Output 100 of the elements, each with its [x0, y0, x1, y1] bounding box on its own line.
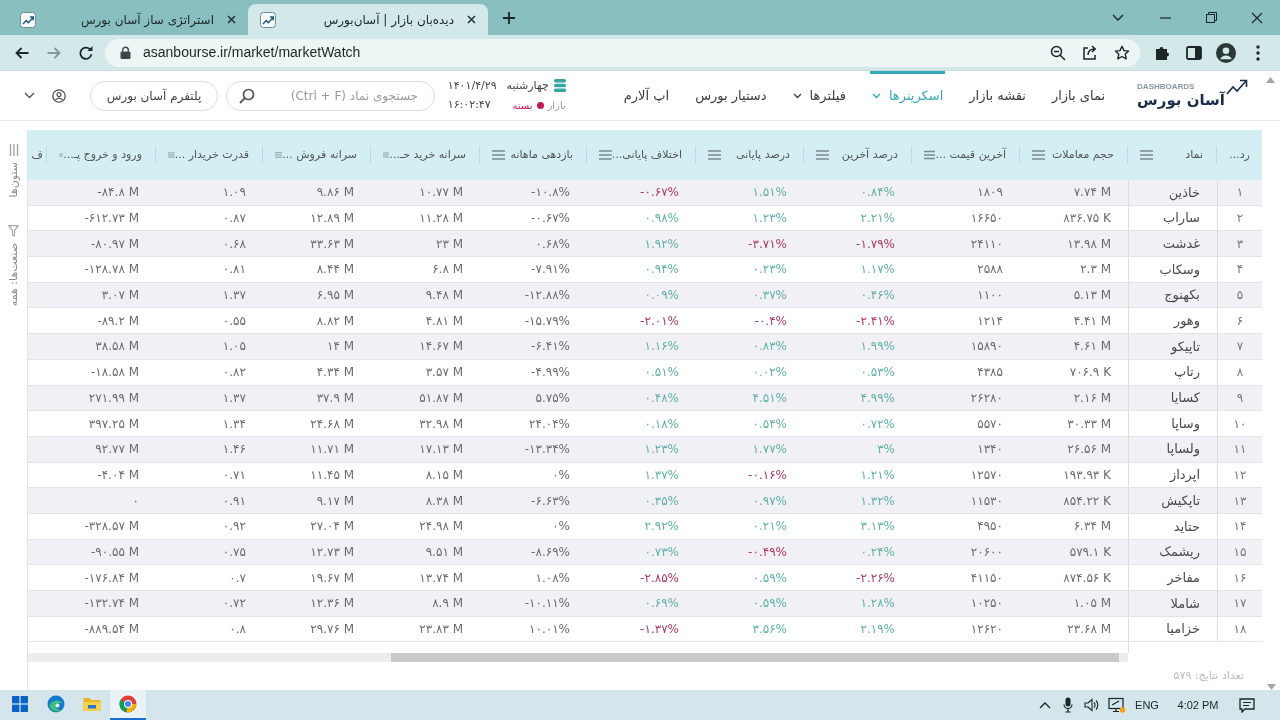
table-cell-text: ۱.۰۵ — [221, 338, 247, 356]
table-cell-text: ۲۶.۵۶ M — [1066, 441, 1112, 459]
table-cell-text: -۳۲۸.۵۷ M — [83, 518, 140, 536]
table-cell-text: ۳.۵۷ M — [424, 364, 464, 382]
column-header[interactable]: قدرت خریدار ... — [156, 130, 263, 180]
nav-item[interactable]: نمای بازار — [1049, 71, 1108, 120]
table-cell-text: ۰.۸۳% — [751, 338, 788, 356]
chevron-down-icon[interactable] — [24, 92, 35, 99]
platform-button[interactable]: پلتفرم آسان بورس — [90, 80, 218, 111]
table-cell-text: ۰.۴۸% — [643, 389, 680, 407]
table-cell-text: -۷.۹۱% — [530, 261, 571, 279]
stack-icon — [553, 79, 566, 93]
column-header[interactable]: درصد آخرین — [804, 130, 912, 180]
table-cell: خاذین — [1128, 180, 1217, 205]
table-cell-text: ۱.۳۷% — [643, 466, 680, 484]
table-cell-text: ۸.۴۴ M — [315, 261, 355, 279]
table-cell-text: ۰.۵۴% — [751, 415, 788, 433]
table-cell-text: ۰ — [131, 492, 140, 510]
table-cell-text: ۱.۲۳% — [751, 210, 788, 228]
row-number: ۱۱ — [1217, 436, 1262, 462]
search-field[interactable]: جستجوی نماد (Ctrl + F) — [226, 80, 435, 111]
table-cell-text: ۳۷.۹ M — [315, 389, 355, 407]
table-cell-text: -۶.۴۱% — [530, 338, 571, 356]
table-cell-text: -۳.۷۱% — [747, 235, 788, 253]
table-cell-text: ۱.۷۷% — [751, 441, 788, 459]
column-header[interactable]: درصد پایانی — [696, 130, 804, 180]
table-cell-text: -۰.۶۷% — [530, 210, 571, 228]
market-label: بازار — [547, 98, 566, 113]
table-cell: ولساپا — [1128, 436, 1217, 462]
column-header[interactable]: اختلاف پایانی... — [587, 130, 696, 180]
horizontal-scrollbar[interactable] — [28, 653, 1128, 663]
browser-tab[interactable]: دیده‌بان بازار | آسان‌بورس — [248, 4, 488, 35]
date-text: ۱۴۰۱/۴/۲۹ — [447, 77, 497, 94]
table-cell-text: ۷.۷۴ M — [1072, 184, 1112, 202]
logo-text[interactable]: آسان بورس — [1137, 90, 1225, 110]
table-cell-text: ۰.۵۹% — [751, 569, 788, 587]
table-cell-text: ۱۲۱۴ — [976, 312, 1004, 330]
table-cell-text: ۱۴.۶۷ M — [418, 338, 464, 356]
clock-text[interactable]: 4:02 PM — [1164, 696, 1232, 714]
side-panel-tab[interactable]: ستون‌ها — [6, 144, 21, 198]
row-number: ۳ — [1217, 231, 1262, 257]
column-header[interactable]: ورود و خروج پـ... — [47, 130, 156, 180]
speaker-icon[interactable] — [1084, 698, 1100, 712]
table-cell-text: ۱.۲۳% — [643, 441, 680, 459]
table-cell-text: ۰.۷۲ — [221, 595, 247, 613]
table-cell-text: ۳.۵۶% — [751, 621, 788, 639]
logo-subtitle: DASHBOARDS — [1137, 81, 1195, 91]
taskbar-button[interactable] — [110, 690, 146, 720]
column-header[interactable]: نماد — [1128, 130, 1217, 180]
table-cell-text: ۰.۸۷ — [221, 210, 247, 228]
microphone-icon[interactable] — [1063, 697, 1073, 713]
language-indicator[interactable]: ENG — [1130, 696, 1164, 714]
column-header[interactable]: رد... — [1217, 130, 1262, 180]
table-cell-text: ۲.۳ M — [1079, 261, 1112, 279]
chevron-up-icon[interactable] — [1039, 701, 1051, 709]
table-cell: وساپا — [1128, 411, 1217, 436]
column-header[interactable]: سرانه خرید حـ... — [371, 130, 480, 180]
table-cell-text: ۱۳.۹۸ M — [1066, 235, 1112, 253]
nav-item[interactable]: دستیار بورس — [693, 71, 769, 120]
table-cell-text: ۱۰۲۵۰ — [969, 595, 1004, 613]
table-cell-text: ۸.۱۵ M — [424, 466, 464, 484]
table-cell-text: ۲۷.۰۴ M — [309, 518, 355, 536]
table-cell-text: -۲.۴۱% — [855, 312, 896, 330]
table-cell-text: ۰.۷۵ — [221, 543, 247, 561]
column-header[interactable]: حجم معاملات — [1020, 130, 1128, 180]
table-cell-text: ۴.۵۱% — [751, 389, 788, 407]
side-panel-tab[interactable]: صنعت‌ها: همه — [6, 225, 21, 307]
swirl-icon — [47, 695, 65, 713]
address-bar[interactable]: asanbourse.ir/market/marketWatch — [105, 38, 1140, 67]
table-cell-text: ۰% — [551, 466, 571, 484]
nav-item[interactable]: نقشه بازار — [967, 71, 1028, 120]
network-icon[interactable] — [1108, 697, 1126, 713]
puzzle-icon — [1154, 44, 1170, 61]
nav-item[interactable]: فیلترها — [790, 71, 848, 120]
table-cell-text: ۸.۳۸ M — [424, 492, 464, 510]
table-cell-text: ۰.۵۳% — [859, 364, 896, 382]
table-cell-text: ۱۱.۲۸ M — [418, 210, 464, 228]
table-cell-text: ۰.۴۶% — [859, 287, 896, 305]
user-circle-icon[interactable] — [52, 88, 66, 103]
column-header[interactable]: سرانه فروش ... — [263, 130, 371, 180]
table-cell-text: ۱۰.۷۷ M — [418, 184, 464, 202]
table-cell-text: ۶.۹۵ M — [315, 287, 355, 305]
browser-icon — [119, 695, 137, 713]
column-header[interactable]: آخرین قیمت ... — [912, 130, 1020, 180]
table-cell: ساراب — [1128, 205, 1217, 231]
chevron-down-icon — [1112, 14, 1124, 21]
table-cell-text: -۸.۶۹% — [530, 543, 571, 561]
column-header[interactable]: ف — [28, 130, 47, 180]
browser-tab[interactable]: استراتژی ساز آسان بورس — [8, 4, 248, 35]
column-header[interactable]: بازدهی ماهانه — [480, 130, 587, 180]
table-cell-text: -۰.۱۶% — [747, 466, 788, 484]
notification-icon[interactable] — [1239, 697, 1255, 713]
table-cell-text: ۱.۳۷ — [221, 287, 247, 305]
table-cell-text: ۱.۰۹ — [221, 184, 247, 202]
table-cell-text: -۰.۴% — [753, 312, 788, 330]
table-cell-text: ۰.۹۸% — [643, 210, 680, 228]
table-cell: وسکاب — [1128, 257, 1217, 282]
table-cell-text: ۴.۸۱ M — [424, 312, 464, 330]
nav-item[interactable]: اپ آلارم — [621, 71, 672, 120]
table-cell: خزامیا — [1128, 616, 1217, 642]
